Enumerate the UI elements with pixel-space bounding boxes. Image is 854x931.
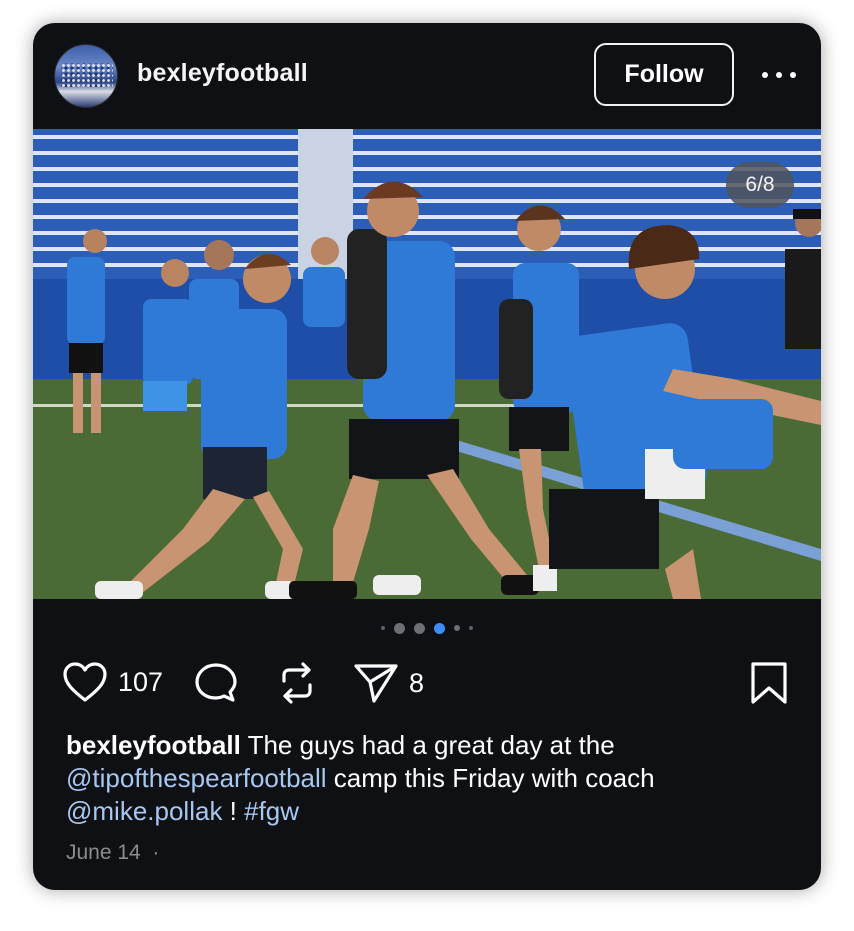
- avatar-team-photo: [61, 63, 113, 87]
- heart-icon[interactable]: [62, 661, 108, 703]
- share-group: 8: [353, 661, 424, 705]
- post-image[interactable]: [33, 129, 821, 599]
- share-count: 8: [409, 667, 425, 698]
- caption-hashtag[interactable]: #fgw: [244, 796, 299, 826]
- post-username[interactable]: bexleyfootball: [137, 59, 308, 88]
- football-practice-photo: [33, 129, 821, 599]
- carousel-indicator: [33, 621, 821, 635]
- caption-text: The guys had a great day at the: [240, 730, 615, 760]
- action-bar: 107 8: [33, 651, 821, 717]
- save-group: [749, 661, 789, 705]
- dot: [762, 72, 768, 78]
- post-header: bexleyfootball Follow: [33, 23, 821, 129]
- send-icon[interactable]: [353, 661, 399, 705]
- dot: [790, 72, 796, 78]
- post-card: bexleyfootball Follow 6/8 107 8 bexleyfo…: [33, 23, 821, 890]
- like-count: 107: [118, 666, 164, 697]
- carousel-dot: [394, 622, 405, 634]
- caption-mention[interactable]: @tipofthespearfootball: [66, 763, 327, 793]
- bookmark-icon[interactable]: [749, 661, 789, 705]
- dot: [776, 72, 782, 78]
- comment-group: [193, 661, 239, 705]
- post-caption: bexleyfootball The guys had a great day …: [66, 729, 786, 828]
- more-options-icon[interactable]: [762, 67, 796, 83]
- carousel-dot: [469, 626, 473, 630]
- follow-button[interactable]: Follow: [594, 43, 734, 106]
- repost-icon[interactable]: [276, 661, 318, 705]
- post-date: June 14 ·: [66, 841, 159, 865]
- like-group: 107: [62, 661, 163, 703]
- carousel-dot: [381, 626, 385, 630]
- carousel-dot: [454, 625, 460, 631]
- image-counter: 6/8: [726, 162, 794, 208]
- caption-text: camp this Friday with coach: [326, 763, 655, 793]
- date-separator: ·: [152, 841, 160, 864]
- avatar[interactable]: [54, 44, 118, 108]
- date-text: June 14: [66, 841, 141, 864]
- repost-group: [276, 661, 318, 705]
- carousel-dot-active: [434, 622, 445, 634]
- caption-text: !: [222, 796, 245, 826]
- comment-bubble-icon[interactable]: [193, 661, 239, 705]
- caption-username[interactable]: bexleyfootball: [66, 730, 241, 760]
- carousel-dot: [414, 622, 425, 634]
- caption-mention[interactable]: @mike.pollak: [66, 796, 222, 826]
